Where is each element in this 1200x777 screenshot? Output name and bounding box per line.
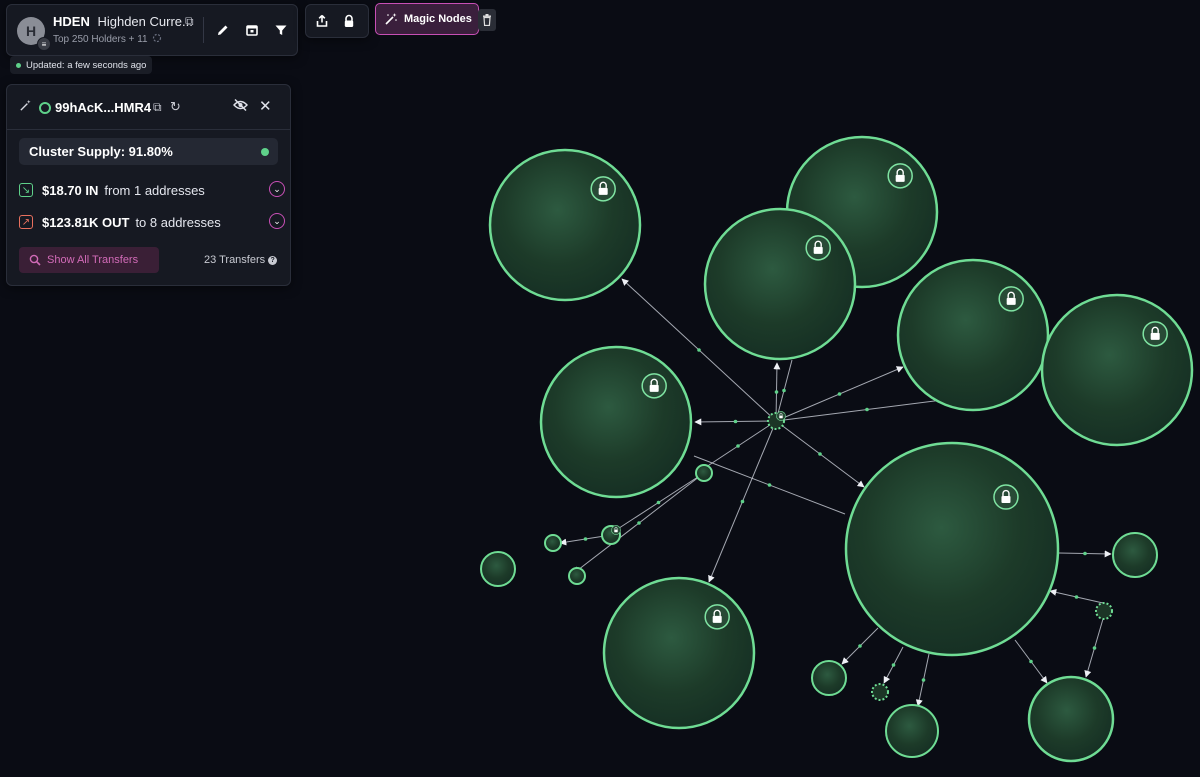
- edge-midpoint: [697, 348, 701, 352]
- cluster-supply-label: Cluster Supply: 91.80%: [29, 144, 173, 159]
- holder-bubble[interactable]: [1112, 532, 1158, 578]
- holder-bubble[interactable]: [539, 345, 693, 499]
- lock-icon: [611, 525, 621, 535]
- holder-bubble[interactable]: [871, 683, 889, 701]
- magic-nodes-label: Magic Nodes: [404, 13, 472, 25]
- inflow-row: ↘ $18.70 IN from 1 addresses ⌄: [19, 180, 285, 200]
- edge-midpoint: [1074, 595, 1079, 599]
- nodes-layer: [480, 135, 1194, 763]
- cluster-address[interactable]: 99hAcK...HMR4: [55, 100, 151, 115]
- holder-bubble[interactable]: [1027, 675, 1115, 763]
- inflow-amount: $18.70 IN: [42, 182, 99, 198]
- cluster-status-icon: [39, 102, 51, 114]
- token-header-panel: H ≡ HDEN Highden Curre... ⧉ Top 250 Hold…: [6, 4, 298, 56]
- holder-bubble[interactable]: [602, 576, 756, 730]
- updated-status: Updated: a few seconds ago: [10, 56, 153, 74]
- edge-midpoint: [774, 390, 779, 394]
- lock-icon: [1142, 321, 1168, 347]
- holder-bubble[interactable]: [885, 704, 939, 758]
- help-icon[interactable]: ?: [268, 255, 278, 265]
- edge-midpoint: [583, 537, 588, 541]
- arrow-in-icon: ↘: [19, 183, 33, 197]
- holder-bubble[interactable]: [544, 534, 562, 552]
- lock-icon: [704, 604, 730, 630]
- edge-midpoint: [865, 407, 869, 412]
- edge-midpoint: [637, 521, 641, 525]
- live-dot-icon: [16, 62, 21, 68]
- chevron-down-icon[interactable]: ⌄: [269, 213, 285, 229]
- updated-text: Updated: a few seconds ago: [26, 59, 147, 71]
- magic-nodes-button[interactable]: Magic Nodes: [375, 3, 479, 35]
- holder-bubble[interactable]: [488, 148, 642, 302]
- edge-midpoint: [818, 452, 822, 456]
- holder-bubble[interactable]: [811, 660, 847, 696]
- holder-bubble[interactable]: [480, 551, 516, 587]
- token-title: HDEN Highden Curre...: [53, 14, 193, 29]
- copy-icon[interactable]: ⧉: [153, 100, 162, 115]
- loading-spinner-icon: [153, 33, 162, 43]
- show-all-transfers-button[interactable]: Show All Transfers: [19, 247, 159, 273]
- token-name: Highden Curre...: [97, 14, 193, 29]
- edge-midpoint: [782, 388, 786, 393]
- lock-icon: [805, 235, 831, 261]
- list-icon: ≡: [37, 37, 51, 51]
- cluster-details-panel: 99hAcK...HMR4 ⧉ ↻ ✕ Cluster Supply: 91.8…: [6, 84, 291, 286]
- arrow-out-icon: ↗: [19, 215, 33, 229]
- lock-icon: [887, 163, 913, 189]
- transfers-count: 23 Transfers ?: [204, 254, 278, 266]
- magic-wand-icon: [385, 13, 397, 25]
- edge-midpoint: [1083, 551, 1087, 556]
- lock-icon[interactable]: [338, 10, 360, 32]
- edge-midpoint: [921, 678, 926, 682]
- lock-icon: [641, 373, 667, 399]
- calendar-icon[interactable]: [241, 19, 263, 41]
- magic-wand-icon: [19, 99, 32, 115]
- edge-midpoint: [736, 444, 740, 448]
- cluster-header: 99hAcK...HMR4 ⧉ ↻ ✕: [7, 85, 290, 130]
- lock-icon: [998, 286, 1024, 312]
- refresh-icon[interactable]: ↻: [170, 99, 181, 115]
- lock-icon: [993, 484, 1019, 510]
- edge-midpoint: [1092, 646, 1097, 650]
- edit-icon[interactable]: [212, 19, 234, 41]
- token-symbol: HDEN: [53, 14, 90, 29]
- status-dot-icon: [261, 148, 269, 156]
- edge-midpoint: [767, 483, 772, 487]
- share-icon[interactable]: [311, 10, 333, 32]
- holder-bubble[interactable]: [695, 464, 713, 482]
- actions-panel: [305, 4, 369, 38]
- outflow-amount: $123.81K OUT: [42, 214, 130, 230]
- holder-bubble[interactable]: [844, 441, 1060, 657]
- token-subtitle: Top 250 Holders + 11: [53, 33, 162, 45]
- lock-icon: [590, 176, 616, 202]
- chevron-down-icon[interactable]: ⌄: [269, 181, 285, 197]
- divider: [203, 17, 204, 43]
- outflow-targets: to 8 addresses: [135, 214, 221, 230]
- filter-icon[interactable]: [270, 19, 292, 41]
- copy-icon[interactable]: ⧉: [185, 14, 194, 29]
- cluster-supply: Cluster Supply: 91.80%: [19, 138, 278, 165]
- edge-midpoint: [740, 499, 745, 504]
- hide-eye-icon[interactable]: [233, 98, 248, 115]
- search-icon: [29, 254, 41, 266]
- holder-bubble[interactable]: [703, 207, 857, 361]
- close-icon[interactable]: ✕: [259, 97, 272, 115]
- lock-icon: [776, 411, 786, 421]
- edge-midpoint: [891, 663, 896, 667]
- holder-bubble[interactable]: [1040, 293, 1194, 447]
- holder-bubble[interactable]: [1095, 602, 1113, 620]
- holder-bubble[interactable]: [896, 258, 1050, 412]
- inflow-source: from 1 addresses: [104, 182, 205, 198]
- edge-midpoint: [656, 500, 661, 505]
- edge-midpoint: [1029, 659, 1033, 664]
- holders-filter-text: Top 250 Holders + 11: [53, 34, 148, 45]
- edge-midpoint: [733, 419, 738, 424]
- holder-bubble[interactable]: [568, 567, 586, 585]
- transfers-count-text: 23 Transfers: [204, 254, 266, 266]
- outflow-row: ↗ $123.81K OUT to 8 addresses ⌄: [19, 212, 285, 232]
- show-all-label: Show All Transfers: [47, 254, 139, 266]
- edge-midpoint: [858, 644, 862, 648]
- edge-midpoint: [837, 392, 842, 396]
- trash-icon[interactable]: [478, 9, 496, 31]
